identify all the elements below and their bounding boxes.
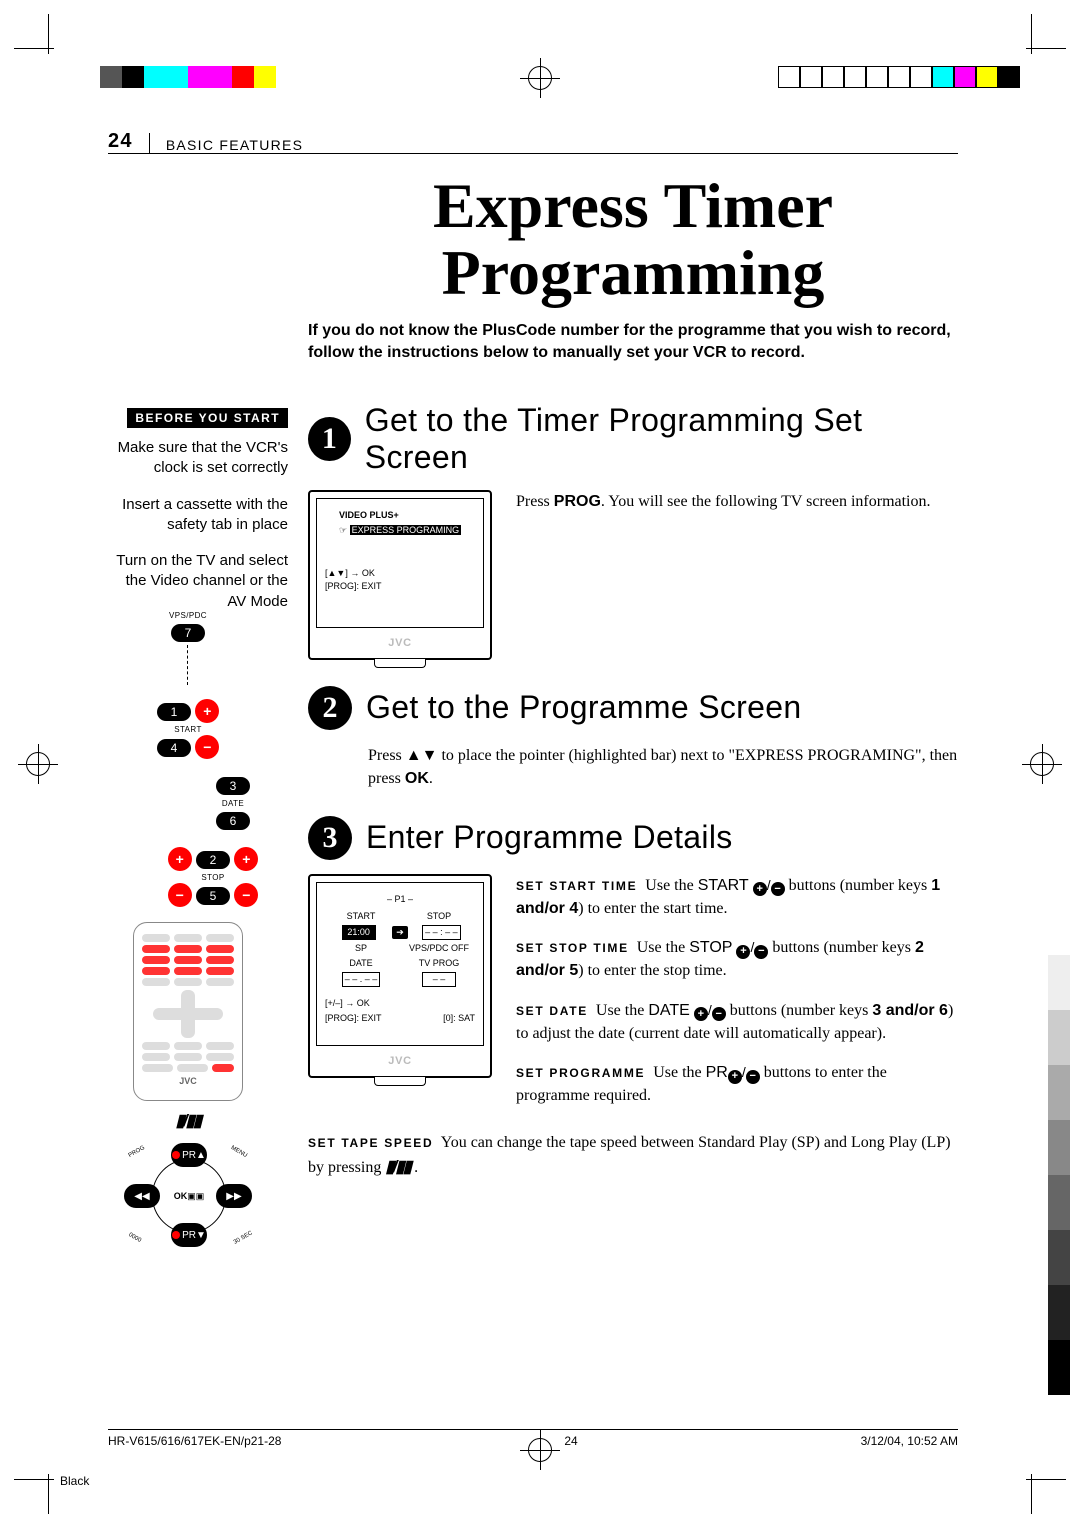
before-item-3: Turn on the TV and select the Video chan… [108,551,288,612]
crop-tick [1031,1474,1032,1514]
step-2-number: 2 [308,686,352,730]
step-2-title: Get to the Programme Screen [366,689,802,726]
callout-stop: + 2 + STOP − 5 − [138,847,288,908]
footer-page: 24 [564,1434,577,1448]
page-footer: HR-V615/616/617EK-EN/p21-28 24 3/12/04, … [108,1429,958,1448]
intro-paragraph: If you do not know the PlusCode number f… [308,320,958,363]
crop-tick [14,48,54,49]
callout-vpspdc: VPS/PDC 7 [88,611,288,685]
set-tape-speed: SET TAPE SPEED You can change the tape s… [308,1131,958,1179]
registration-mark-left [24,750,52,778]
greyscale-strip [1048,900,1070,1395]
step-3-body: – P1 – STARTSTOP 21:00➔– – : – – SPVPS/P… [308,874,958,1124]
registration-mark-top [526,64,554,92]
page: 24 BASIC FEATURES Express Timer Programm… [0,0,1080,1528]
set-stop-time: SET STOP TIME Use the STOP +/− buttons (… [516,936,958,982]
step-1-text: Press PROG. You will see the following T… [516,490,931,513]
registration-mark-right [1028,750,1056,778]
remote-callouts: VPS/PDC 7 1 + START 4 − 3 DATE 6 + 2 + S… [88,610,288,1245]
step-1-header: 1 Get to the Timer Programming Set Scree… [308,402,958,476]
step-2-header: 2 Get to the Programme Screen [308,686,958,730]
before-you-start-badge: BEFORE YOU START [127,408,288,428]
tv-mock-2: – P1 – STARTSTOP 21:00➔– – : – – SPVPS/P… [308,874,492,1078]
callout-start: 1 + START 4 − [88,699,288,760]
pr-minus-button: PR ▼ [171,1223,207,1247]
color-bar-right [778,66,1020,88]
before-item-2: Insert a cassette with the safety tab in… [108,495,288,536]
footer-timestamp: 3/12/04, 10:52 AM [861,1434,958,1448]
header-separator [149,133,150,153]
crop-tick [1026,1479,1066,1480]
step-1-body: VIDEO PLUS+ ☞ EXPRESS PROGRAMING [▲▼] → … [308,490,958,660]
section-title: BASIC FEATURES [166,137,303,153]
step-3-number: 3 [308,816,352,860]
step-1-number: 1 [308,417,351,461]
ff-button: ▶▶ [216,1184,252,1208]
title-line-1: Express Timer [433,170,833,241]
crop-tick [48,1474,49,1514]
title-line-2: Programming [442,237,825,308]
step-3-text: SET START TIME Use the START +/− buttons… [516,874,958,1124]
sp-lp-icon: ▮/▮▮ [176,1111,201,1130]
step-3-header: 3 Enter Programme Details [308,816,958,860]
set-programme: SET PROGRAMME Use the PR+/− buttons to e… [516,1061,958,1107]
step-1-title: Get to the Timer Programming Set Screen [365,402,958,476]
crop-tick [14,1479,54,1480]
page-header: 24 BASIC FEATURES [108,130,958,153]
step-3-title: Enter Programme Details [366,819,733,856]
footer-black-label: Black [60,1474,89,1488]
set-start-time: SET START TIME Use the START +/− buttons… [516,874,958,920]
sp-lp-icon: ▮/▮▮ [385,1157,410,1176]
page-title: Express Timer Programming [308,172,958,306]
ok-button: OK ▣▣ [152,1159,226,1233]
step-2-body: Press ▲▼ to place the pointer (highlight… [368,744,958,790]
page-number: 24 [108,130,133,153]
color-bar-left [100,66,276,88]
before-you-start-box: BEFORE YOU START Make sure that the VCR'… [108,380,288,612]
header-rule [108,153,958,154]
callout-date: 3 DATE 6 [178,774,288,833]
remote-nav-cluster: PROG MENU 0000 30 SEC PR ▲ ◀◀ OK ▣▣ ▶▶ P… [128,1145,248,1245]
remote-illustration: JVC [133,922,243,1101]
crop-tick [1026,48,1066,49]
footer-file: HR-V615/616/617EK-EN/p21-28 [108,1434,281,1448]
before-item-1: Make sure that the VCR's clock is set co… [108,438,288,479]
tv-mock-1: VIDEO PLUS+ ☞ EXPRESS PROGRAMING [▲▼] → … [308,490,492,660]
set-date: SET DATE Use the DATE +/− buttons (numbe… [516,999,958,1045]
